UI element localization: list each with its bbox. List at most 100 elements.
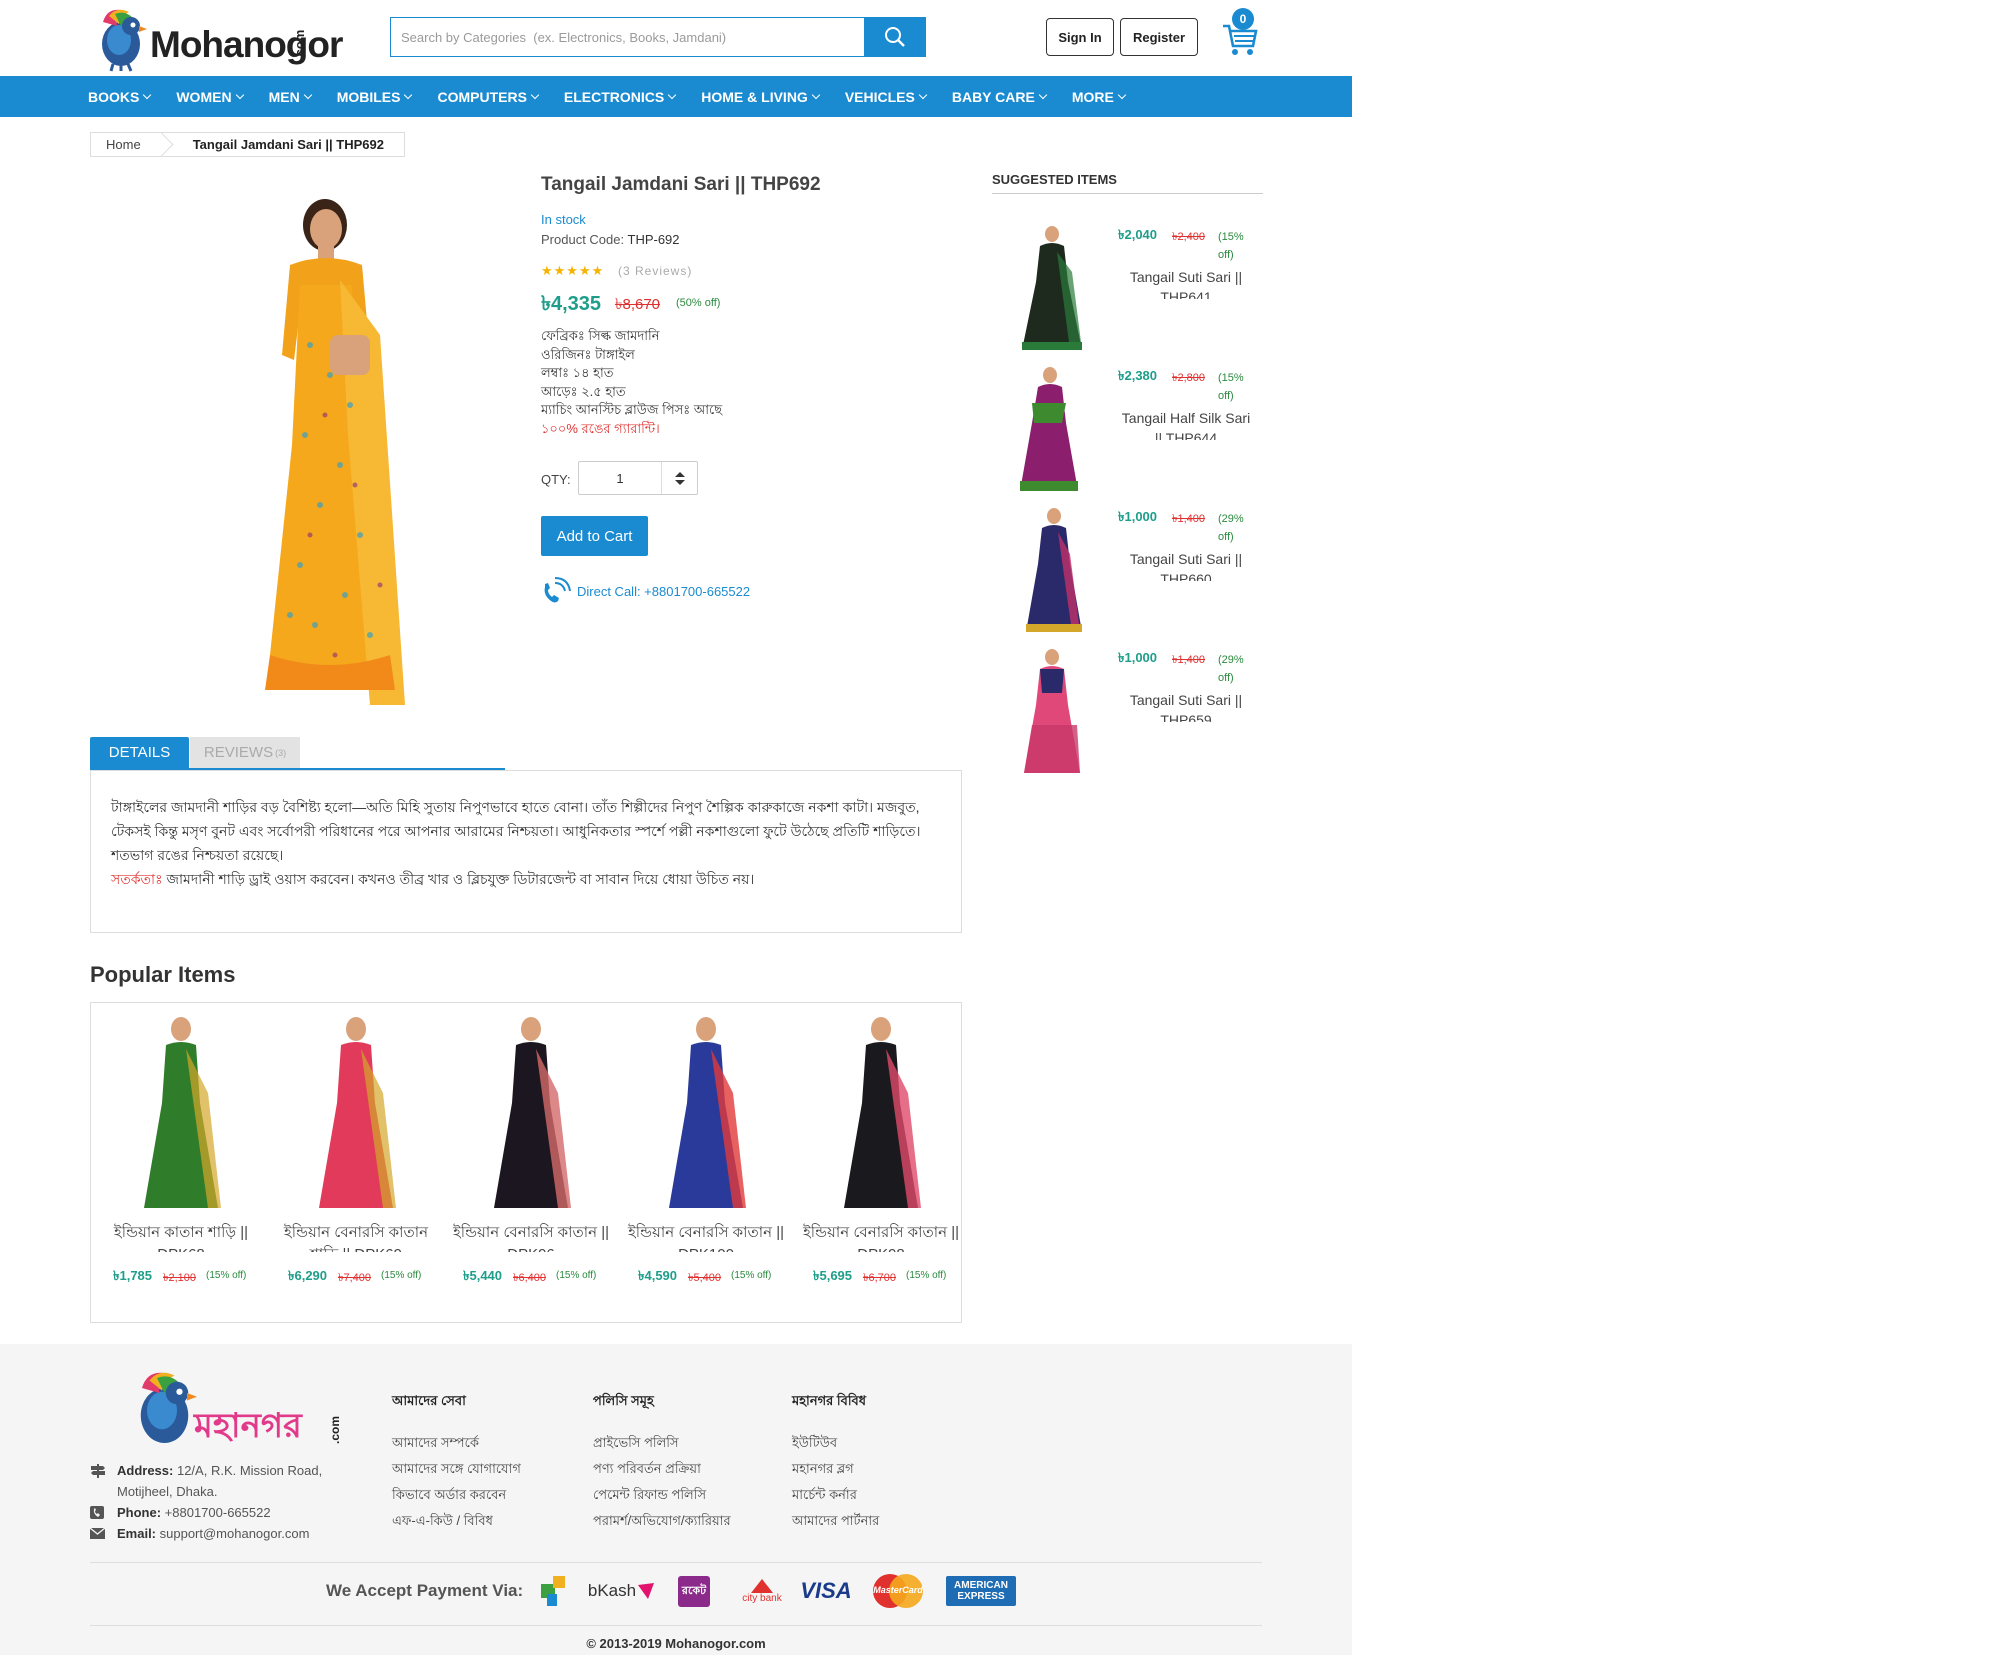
register-button[interactable]: Register: [1120, 18, 1198, 56]
nav-home-living[interactable]: HOME & LIVING: [701, 89, 821, 105]
footer-col-misc: মহানগর বিবিধ ইউটিউব মহানগর ব্লগ মার্চেন্…: [792, 1388, 879, 1534]
nav-computers-label: COMPUTERS: [437, 88, 527, 105]
chevron-down-icon: [1117, 90, 1127, 99]
footer-link[interactable]: পণ্য পরিবর্তন প্রক্রিয়া: [593, 1456, 731, 1482]
product-title: Tangail Jamdani Sari || THP692: [541, 174, 821, 195]
nav-vehicles-label: VEHICLES: [844, 88, 915, 105]
popular-item-name: ইন্ডিয়ান বেনারসি কাতান || DPK96: [452, 1224, 610, 1252]
arrow-up-icon[interactable]: [674, 471, 685, 477]
payment-logo-amex: AMERICAN EXPRESS: [946, 1576, 1016, 1606]
suggested-name: Tangail Suti Sari || THP641: [1129, 269, 1243, 299]
feature-guarantee: ১০০% রঙের গ্যারান্টি।: [541, 420, 660, 436]
tab-reviews[interactable]: REVIEWS (3): [190, 737, 300, 768]
phone-text: +8801700-665522: [161, 1505, 271, 1520]
footer-link[interactable]: প্রাইভেসি পলিসি: [593, 1430, 731, 1456]
popular-title: Popular Items: [90, 962, 236, 987]
nav-books[interactable]: BOOKS: [88, 88, 152, 105]
direct-call-link[interactable]: Direct Call: +8801700-665522: [541, 577, 750, 605]
nav-mobiles[interactable]: MOBILES: [337, 89, 413, 105]
product-code: Product Code: THP-692: [541, 232, 680, 247]
nav-women[interactable]: WOMEN: [176, 89, 244, 105]
phone-icon: [544, 577, 571, 603]
nav-men[interactable]: MEN: [269, 89, 312, 105]
suggested-name: Tangail Suti Sari || THP659: [1129, 692, 1243, 722]
cart-button[interactable]: 0: [1222, 8, 1258, 56]
search-input[interactable]: [391, 18, 863, 56]
nav-more[interactable]: MORE: [1072, 89, 1127, 105]
suggested-old-price: ৳2,400: [1172, 231, 1206, 243]
popular-item[interactable]: ইন্ডিয়ান বেনারসি কাতান || DPK96 ৳5,440 …: [451, 1013, 611, 1313]
chevron-down-icon: [811, 90, 821, 99]
suggested-item[interactable]: ৳1,000 ৳1,400 (29% off) Tangail Suti Sar…: [992, 504, 1263, 639]
footer-link[interactable]: কিভাবে অর্ডার করবেন: [392, 1482, 521, 1508]
popular-item-price: ৳6,290: [288, 1268, 328, 1283]
popular-item[interactable]: ইন্ডিয়ান কাতান শাড়ি || DPK68 ৳1,785 ৳2…: [101, 1013, 261, 1313]
breadcrumb-home[interactable]: Home: [91, 133, 163, 156]
suggested-price: ৳1,000: [1118, 650, 1158, 665]
suggested-price: ৳1,000: [1118, 509, 1158, 524]
payment-logo-generic: [536, 1572, 572, 1610]
qty-spinner[interactable]: [661, 462, 697, 494]
popular-item[interactable]: ইন্ডিয়ান বেনারসি কাতান শাড়ি || DPK69 ৳…: [276, 1013, 436, 1313]
nav-books-label: BOOKS: [88, 88, 140, 105]
popular-item-image: [494, 1017, 571, 1208]
reviews-link[interactable]: (3 Reviews): [618, 264, 692, 278]
footer-link[interactable]: আমাদের পার্টনার: [792, 1508, 879, 1534]
add-to-cart-button[interactable]: Add to Cart: [541, 516, 648, 556]
footer-link[interactable]: আমাদের সম্পর্কে: [392, 1430, 521, 1456]
product-tabs: DETAILS REVIEWS (3): [90, 737, 505, 771]
suggested-old-price: ৳1,400: [1172, 654, 1206, 666]
popular-item-price: ৳1,785: [113, 1268, 153, 1283]
arrow-down-icon[interactable]: [674, 479, 685, 485]
footer-link[interactable]: মার্চেন্ট কর্নার: [792, 1482, 879, 1508]
chevron-down-icon: [143, 90, 152, 99]
nav-vehicles[interactable]: VEHICLES: [844, 88, 928, 105]
qty-input[interactable]: 1: [579, 462, 661, 494]
site-header: Mohanogor .com Sign In Register 0: [0, 0, 1352, 76]
chevron-down-icon: [918, 90, 928, 99]
warning-label: সতর্কতাঃ: [111, 871, 163, 887]
sign-in-button[interactable]: Sign In: [1046, 18, 1114, 56]
nav-computers[interactable]: COMPUTERS: [437, 88, 540, 105]
breadcrumb: Home Tangail Jamdani Sari || THP692: [90, 132, 405, 157]
footer-link[interactable]: পেমেন্ট রিফান্ড পলিসি: [593, 1482, 731, 1508]
chevron-down-icon: [235, 90, 244, 99]
footer-link[interactable]: এফ-এ-কিউ / বিবিধ: [392, 1508, 521, 1534]
suggested-item[interactable]: ৳2,380 ৳2,800 (15% off) Tangail Half Sil…: [992, 363, 1263, 498]
nav-electronics[interactable]: ELECTRONICS: [564, 89, 677, 105]
amex-label-2: EXPRESS: [957, 1591, 1005, 1602]
popular-item[interactable]: ইন্ডিয়ান বেনারসি কাতান || DPK100 ৳4,590…: [626, 1013, 786, 1313]
stock-status: In stock: [541, 212, 586, 227]
footer-link[interactable]: ইউটিউব: [792, 1430, 879, 1456]
search-icon: [885, 27, 905, 47]
suggested-item[interactable]: ৳2,040 ৳2,400 (15% off) Tangail Suti Sar…: [992, 222, 1263, 357]
search-button[interactable]: [864, 17, 926, 57]
feature-fabric: ফেব্রিকঃ সিল্ক জামদানি: [541, 328, 660, 343]
footer-col-policies: পলিসি সমূহ প্রাইভেসি পলিসি পণ্য পরিবর্তন…: [593, 1388, 731, 1534]
suggested-item-image: [1026, 508, 1082, 632]
footer-address: Address: 12/A, R.K. Mission Road, Motijh…: [90, 1460, 350, 1502]
popular-item-image: [844, 1017, 921, 1208]
copyright: © 2013-2019 Mohanogor.com: [586, 1636, 766, 1651]
footer-contact: Address: 12/A, R.K. Mission Road, Motijh…: [90, 1460, 350, 1544]
suggested-name: Tangail Half Silk Sari || THP644: [1121, 410, 1251, 440]
nav-baby-care-label: BABY CARE: [951, 88, 1035, 105]
payment-icon: [541, 1576, 565, 1606]
city-bank-icon: [751, 1578, 773, 1593]
tab-reviews-count: (3): [275, 747, 287, 758]
popular-item-discount: (15% off): [556, 1270, 597, 1281]
footer-col-title: আমাদের সেবা: [392, 1393, 466, 1408]
mastercard-circles: MasterCard: [869, 1574, 923, 1608]
footer-link[interactable]: আমাদের সঙ্গে যোগাযোগ: [392, 1456, 521, 1482]
footer-link[interactable]: মহানগর ব্লগ: [792, 1456, 879, 1482]
product-description: টাঙ্গাইলের জামদানী শাড়ির বড় বৈশিষ্ট্য …: [90, 770, 962, 933]
site-logo[interactable]: Mohanogor .com: [95, 4, 343, 72]
product-image[interactable]: [230, 185, 430, 710]
suggested-item[interactable]: ৳1,000 ৳1,400 (29% off) Tangail Suti Sar…: [992, 645, 1263, 780]
payment-logo-rocket: রকেট: [670, 1572, 718, 1610]
footer-link[interactable]: পরামর্শ/অভিযোগ/ক্যারিয়ার: [593, 1508, 731, 1534]
nav-baby-care[interactable]: BABY CARE: [951, 88, 1048, 105]
popular-item[interactable]: ইন্ডিয়ান বেনারসি কাতান || DPK98 ৳5,695 …: [801, 1013, 961, 1313]
tab-details[interactable]: DETAILS: [90, 737, 189, 768]
footer-logo[interactable]: মহানগর .com: [132, 1362, 342, 1454]
